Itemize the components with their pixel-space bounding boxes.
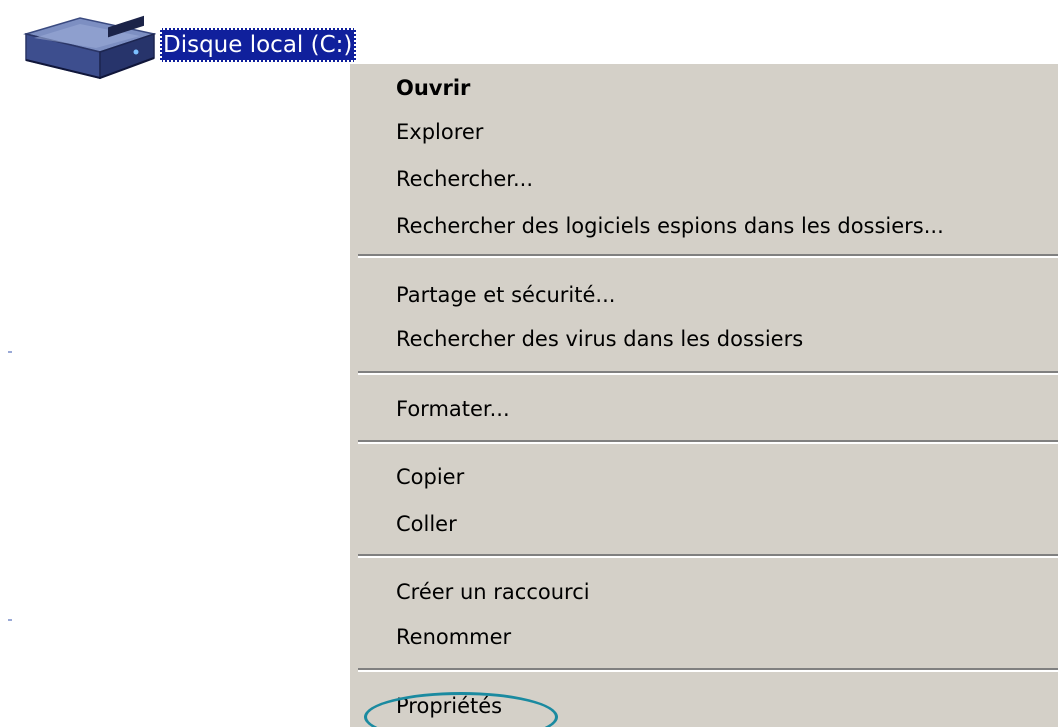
menu-item-copy[interactable]: Copier: [396, 462, 464, 492]
hard-drive-icon[interactable]: [20, 12, 156, 86]
menu-item-explore[interactable]: Explorer: [396, 117, 483, 147]
menu-separator: [358, 554, 1058, 558]
menu-item-spyware-scan[interactable]: Rechercher des logiciels espions dans le…: [396, 211, 944, 241]
menu-separator: [358, 371, 1058, 375]
menu-item-sharing-security[interactable]: Partage et sécurité...: [396, 280, 615, 310]
menu-item-paste[interactable]: Coller: [396, 509, 457, 539]
context-menu: Ouvrir Explorer Rechercher... Rechercher…: [348, 62, 1058, 727]
desktop-edge-mark: [8, 351, 12, 353]
menu-item-rename[interactable]: Renommer: [396, 622, 511, 652]
menu-item-virus-scan[interactable]: Rechercher des virus dans les dossiers: [396, 324, 803, 354]
menu-item-open[interactable]: Ouvrir: [396, 73, 470, 103]
menu-item-create-shortcut[interactable]: Créer un raccourci: [396, 577, 590, 607]
menu-separator: [358, 254, 1058, 258]
menu-item-format[interactable]: Formater...: [396, 394, 510, 424]
menu-separator: [358, 668, 1058, 672]
menu-item-properties[interactable]: Propriétés: [396, 691, 502, 721]
desktop: Disque local (C:) Ouvrir Explorer Recher…: [0, 0, 1058, 727]
menu-separator: [358, 440, 1058, 444]
menu-item-search[interactable]: Rechercher...: [396, 164, 533, 194]
drive-label[interactable]: Disque local (C:): [160, 28, 357, 62]
desktop-edge-mark: [8, 619, 12, 621]
